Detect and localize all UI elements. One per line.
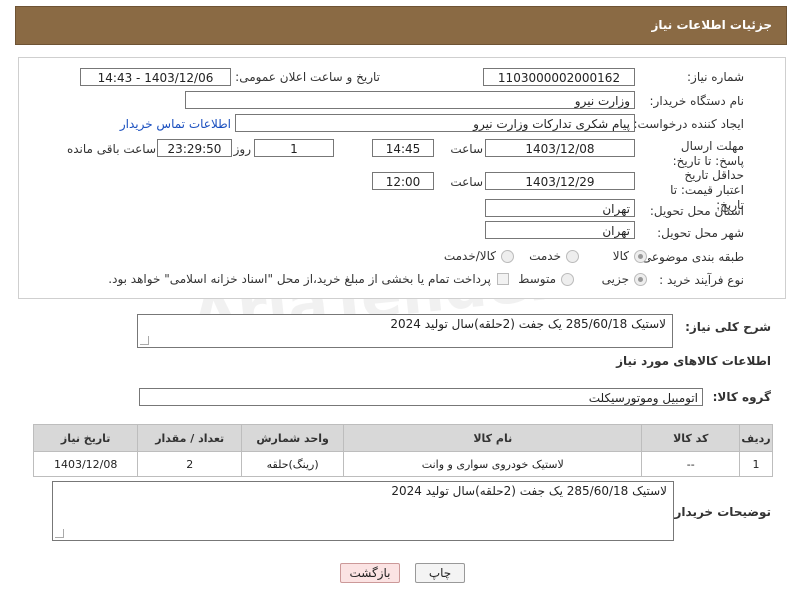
process-type-label: نوع فرآیند خرید : xyxy=(659,273,744,287)
category-label: طبقه بندی موضوعی: xyxy=(637,250,744,264)
process-option-medium: متوسط xyxy=(518,272,556,286)
cell-unit: (رینگ)حلقه xyxy=(241,451,345,477)
buyer-notes-text: لاستیک 285/60/18 یک جفت (2حلقه)سال تولید… xyxy=(391,484,667,498)
remaining-days-field: 1 xyxy=(254,139,334,157)
buyer-contact-link[interactable]: اطلاعات تماس خریدار xyxy=(120,117,231,131)
reply-deadline-label: مهلت ارسال پاسخ: تا تاریخ: xyxy=(672,139,744,168)
category-radio-goods[interactable] xyxy=(634,250,647,263)
process-radio-medium[interactable] xyxy=(561,273,574,286)
col-item-code: کد کالا xyxy=(641,424,741,452)
resize-grip-icon[interactable] xyxy=(55,529,64,538)
need-number-field: 1103000002000162 xyxy=(483,68,635,86)
cell-item-name: لاستیک خودروی سواری و وانت xyxy=(343,451,643,477)
cell-quantity: 2 xyxy=(137,451,243,477)
city-label: شهر محل تحویل: xyxy=(657,226,744,240)
resize-grip-icon[interactable] xyxy=(140,336,149,345)
page-title: جزئیات اطلاعات نیاز xyxy=(651,18,772,32)
category-option-service: خدمت xyxy=(529,249,561,263)
buyer-notes-textarea[interactable]: لاستیک 285/60/18 یک جفت (2حلقه)سال تولید… xyxy=(52,481,674,541)
buyer-org-label: نام دستگاه خریدار: xyxy=(649,94,745,108)
remaining-time-label: ساعت باقی مانده xyxy=(66,142,156,156)
goods-table: ردیف کد کالا نام کالا واحد شمارش تعداد /… xyxy=(32,424,773,477)
requester-field: پیام شکری تدارکات وزارت نیرو xyxy=(235,114,635,132)
goods-info-title: اطلاعات کالاهای مورد نیاز xyxy=(616,354,771,368)
col-need-date: تاریخ نیاز xyxy=(32,424,139,452)
announce-datetime-label: تاریخ و ساعت اعلان عمومی: xyxy=(235,70,380,84)
category-option-goods: کالا xyxy=(612,249,629,263)
summary-textarea[interactable]: لاستیک 285/60/18 یک جفت (2حلقه)سال تولید… xyxy=(137,314,673,348)
cell-need-date: 1403/12/08 xyxy=(32,451,139,477)
page-header: جزئیات اطلاعات نیاز xyxy=(15,6,787,45)
cell-item-code: -- xyxy=(641,451,741,477)
treasury-payment-checkbox[interactable] xyxy=(497,273,509,285)
category-radio-service[interactable] xyxy=(566,250,579,263)
col-item-name: نام کالا xyxy=(343,424,643,452)
col-unit: واحد شمارش xyxy=(241,424,345,452)
buyer-org-field: وزارت نیرو xyxy=(185,91,635,109)
price-validity-time-field: 12:00 xyxy=(372,172,434,190)
table-header-row: ردیف کد کالا نام کالا واحد شمارش تعداد /… xyxy=(32,424,773,452)
cell-row-number: 1 xyxy=(739,451,773,477)
remaining-time-field: 23:29:50 xyxy=(157,139,232,157)
category-option-goods-service: کالا/خدمت xyxy=(443,249,496,263)
need-number-label: شماره نیاز: xyxy=(687,70,744,84)
reply-time-field: 14:45 xyxy=(372,139,434,157)
col-row-number: ردیف xyxy=(739,424,773,452)
process-option-partial: جزیی xyxy=(601,272,629,286)
province-label: استان محل تحویل: xyxy=(649,204,744,218)
price-validity-date-field: 1403/12/29 xyxy=(485,172,635,190)
city-field: تهران xyxy=(485,221,635,239)
summary-label: شرح کلی نیاز: xyxy=(685,320,771,334)
reply-time-label: ساعت xyxy=(450,142,483,156)
reply-date-field: 1403/12/08 xyxy=(485,139,635,157)
announce-datetime-field: 1403/12/06 - 14:43 xyxy=(80,68,231,86)
col-quantity: تعداد / مقدار xyxy=(137,424,243,452)
process-radio-partial[interactable] xyxy=(634,273,647,286)
goods-group-field: اتومبیل وموتورسیکلت xyxy=(139,388,703,406)
price-validity-time-label: ساعت xyxy=(450,175,483,189)
buyer-notes-label: توضیحات خریدار: xyxy=(669,505,771,519)
treasury-payment-note: پرداخت تمام یا بخشی از مبلغ خرید،از محل … xyxy=(108,272,491,286)
category-radio-goods-service[interactable] xyxy=(501,250,514,263)
table-row: 1 -- لاستیک خودروی سواری و وانت (رینگ)حل… xyxy=(32,451,773,477)
print-button[interactable]: چاپ xyxy=(415,563,465,583)
summary-text: لاستیک 285/60/18 یک جفت (2حلقه)سال تولید… xyxy=(390,317,666,331)
province-field: تهران xyxy=(485,199,635,217)
goods-group-label: گروه کالا: xyxy=(712,390,771,404)
back-button[interactable]: بازگشت xyxy=(340,563,400,583)
requester-label: ایجاد کننده درخواست: xyxy=(633,117,744,131)
